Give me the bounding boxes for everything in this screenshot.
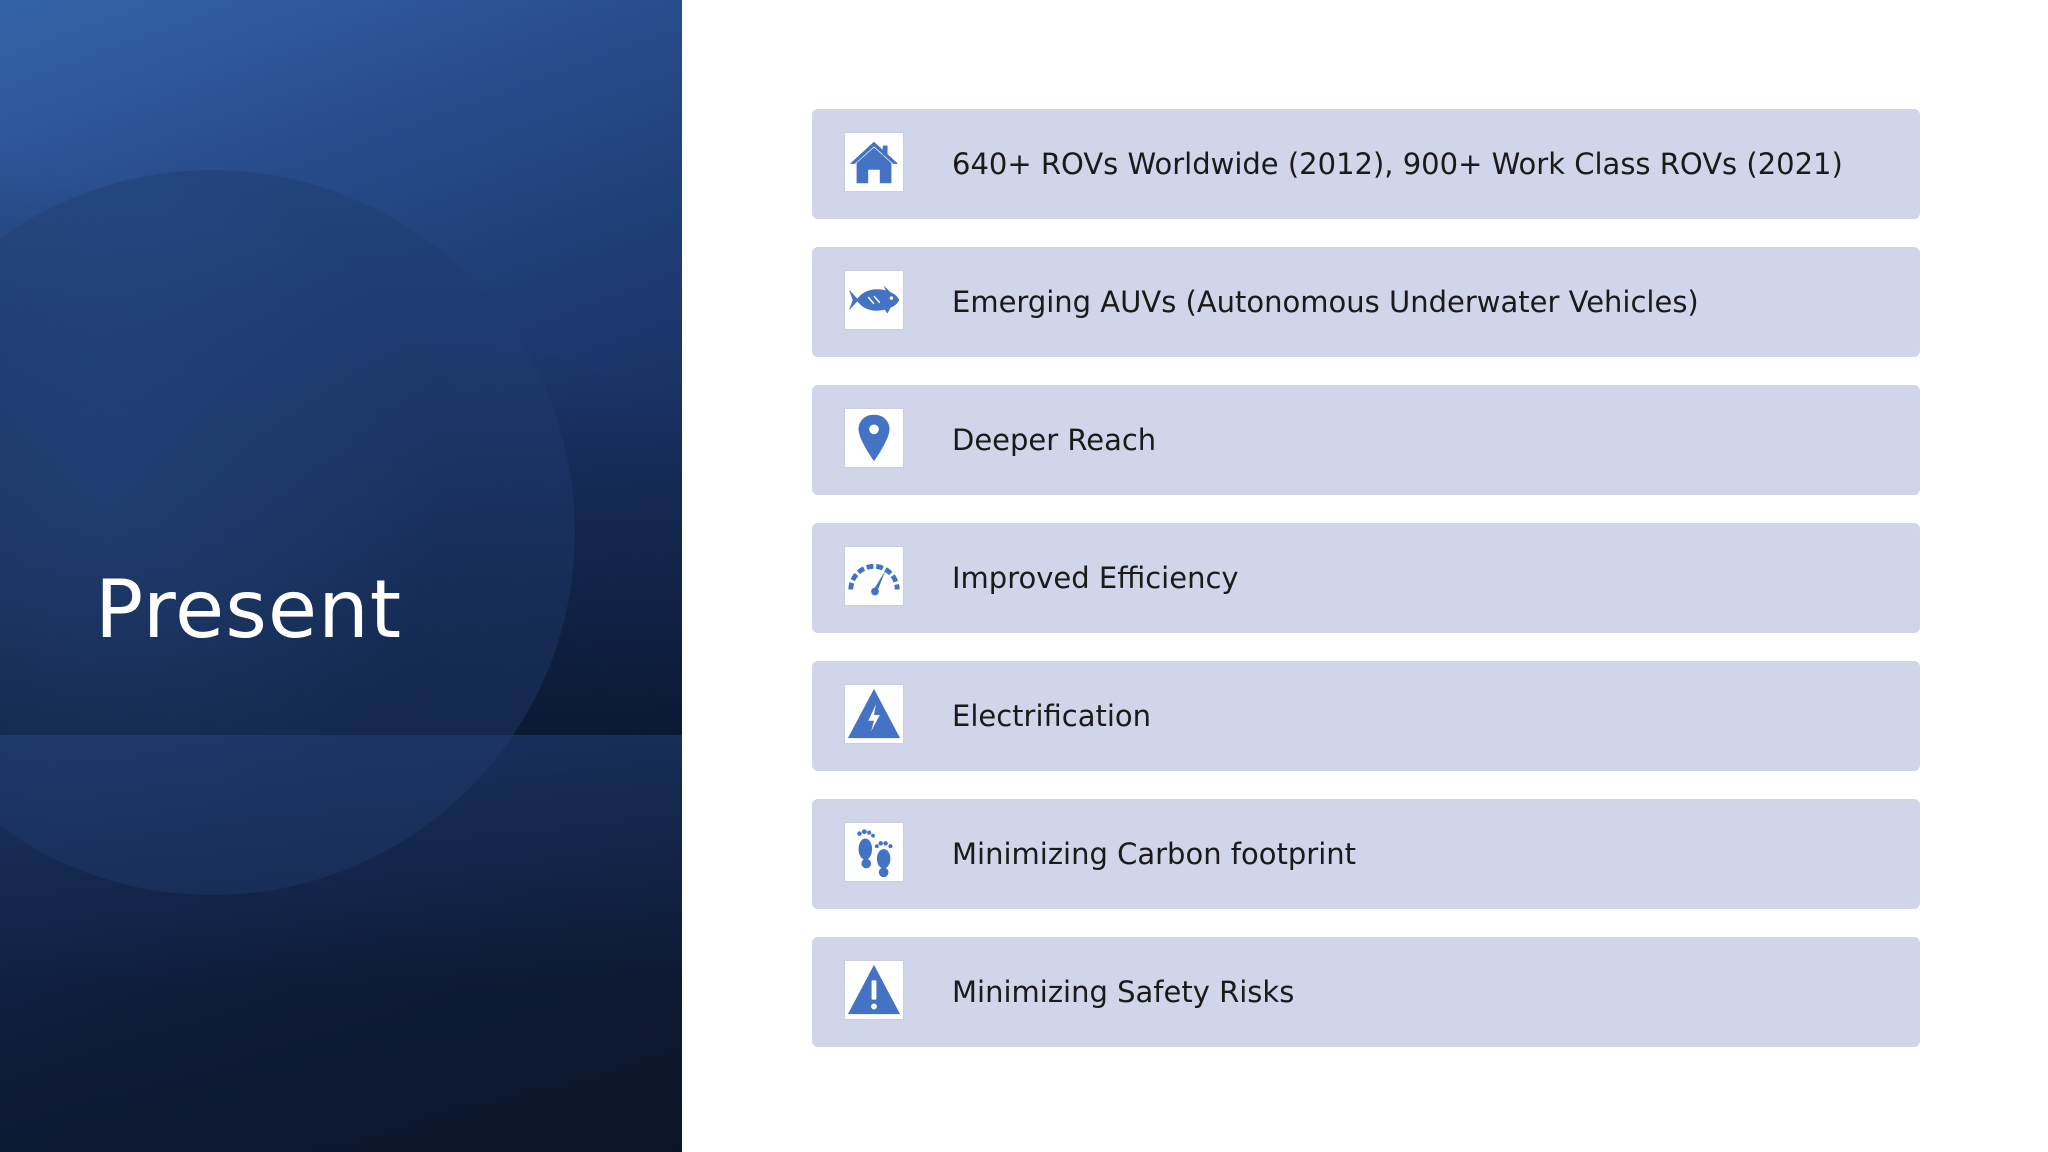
icon-frame (844, 408, 904, 468)
list-item: Minimizing Safety Risks (812, 937, 1920, 1047)
item-label: 640+ ROVs Worldwide (2012), 900+ Work Cl… (952, 147, 1843, 181)
list-item: 640+ ROVs Worldwide (2012), 900+ Work Cl… (812, 109, 1920, 219)
icon-frame (844, 822, 904, 882)
item-label: Deeper Reach (952, 423, 1157, 457)
item-label: Minimizing Carbon footprint (952, 837, 1357, 871)
fish-icon (848, 285, 900, 314)
list-item: Electrification (812, 661, 1920, 771)
map-pin-icon (858, 414, 890, 462)
bullet-list: 640+ ROVs Worldwide (2012), 900+ Work Cl… (812, 109, 1920, 1075)
icon-frame (844, 960, 904, 1020)
item-label: Emerging AUVs (Autonomous Underwater Veh… (952, 285, 1699, 319)
warning-icon (847, 964, 901, 1015)
house-icon (849, 141, 899, 184)
list-item: Minimizing Carbon footprint (812, 799, 1920, 909)
item-label: Minimizing Safety Risks (952, 975, 1295, 1009)
item-label: Improved Efficiency (952, 561, 1239, 595)
icon-frame (844, 546, 904, 606)
item-label: Electrification (952, 699, 1152, 733)
icon-frame (844, 684, 904, 744)
list-item: Emerging AUVs (Autonomous Underwater Veh… (812, 247, 1920, 357)
list-item: Deeper Reach (812, 385, 1920, 495)
speedometer-icon (848, 563, 900, 596)
high-voltage-icon (847, 688, 901, 739)
list-item: Improved Efficiency (812, 523, 1920, 633)
icon-frame (844, 132, 904, 192)
icon-frame (844, 270, 904, 330)
slide-title: Present (95, 563, 403, 656)
title-panel: Present (0, 0, 682, 1152)
footprints-icon (857, 829, 893, 878)
slide: Present 640+ ROVs Worldwide (2012), 900+… (0, 0, 2048, 1152)
